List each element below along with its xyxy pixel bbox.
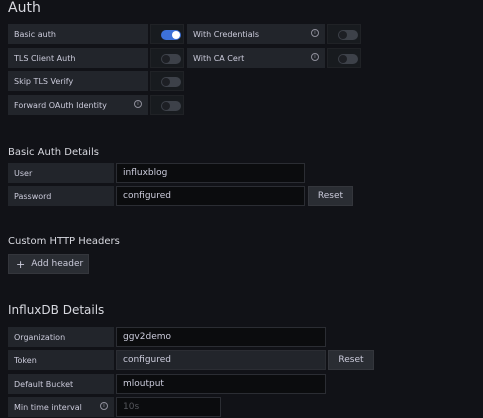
password-label-text: Password xyxy=(14,191,52,201)
password-reset-button[interactable]: Reset xyxy=(308,186,353,206)
auth-section-title: Auth xyxy=(8,0,41,16)
info-icon[interactable]: i xyxy=(311,53,319,61)
user-label-text: User xyxy=(14,168,33,178)
default-bucket-label-text: Default Bucket xyxy=(14,379,74,389)
with-credentials-toggle[interactable] xyxy=(338,30,358,40)
tls-client-auth-switch-box xyxy=(150,48,184,68)
min-time-interval-label: Min time interval i xyxy=(8,397,114,417)
custom-headers-title: Custom HTTP Headers xyxy=(8,236,120,247)
basic-auth-label-text: Basic auth xyxy=(14,29,56,39)
default-bucket-input[interactable]: mloutput xyxy=(116,374,326,394)
token-reset-button[interactable]: Reset xyxy=(328,350,374,370)
forward-oauth-label-text: Forward OAuth Identity xyxy=(14,100,107,110)
organization-input[interactable]: ggv2demo xyxy=(116,327,326,347)
skip-tls-verify-label-text: Skip TLS Verify xyxy=(14,76,74,86)
info-icon[interactable]: i xyxy=(134,100,142,108)
with-credentials-label: With Credentials i xyxy=(187,24,325,44)
influxdb-details-title: InfluxDB Details xyxy=(8,303,105,317)
default-bucket-label: Default Bucket xyxy=(8,374,114,394)
basic-auth-toggle[interactable] xyxy=(161,30,181,40)
info-icon[interactable]: i xyxy=(311,29,319,37)
plus-icon: + xyxy=(16,257,26,271)
token-label-text: Token xyxy=(14,355,37,365)
min-time-interval-input[interactable]: 10s xyxy=(116,397,221,417)
basic-auth-switch-box xyxy=(150,24,184,44)
min-time-interval-label-text: Min time interval xyxy=(14,402,82,412)
with-ca-cert-label-text: With CA Cert xyxy=(193,53,245,63)
token-label: Token xyxy=(8,350,114,370)
basic-auth-details-title: Basic Auth Details xyxy=(8,147,99,158)
forward-oauth-label: Forward OAuth Identity i xyxy=(8,95,148,115)
organization-label: Organization xyxy=(8,327,114,347)
info-icon[interactable]: i xyxy=(100,402,108,410)
with-ca-cert-label: With CA Cert i xyxy=(187,48,325,68)
tls-client-auth-label: TLS Client Auth xyxy=(8,48,148,68)
organization-label-text: Organization xyxy=(14,332,66,342)
with-ca-cert-switch-box xyxy=(327,48,361,68)
with-credentials-label-text: With Credentials xyxy=(193,29,260,39)
tls-client-auth-toggle[interactable] xyxy=(161,54,181,64)
user-input[interactable]: influxblog xyxy=(116,163,305,183)
password-label: Password xyxy=(8,186,114,206)
skip-tls-verify-toggle[interactable] xyxy=(161,77,181,87)
skip-tls-verify-label: Skip TLS Verify xyxy=(8,71,148,91)
password-input[interactable]: configured xyxy=(116,186,305,206)
add-header-label: Add header xyxy=(31,259,84,269)
add-header-button[interactable]: + Add header xyxy=(8,254,89,274)
forward-oauth-switch-box xyxy=(150,95,184,115)
with-credentials-switch-box xyxy=(327,24,361,44)
user-label: User xyxy=(8,163,114,183)
tls-client-auth-label-text: TLS Client Auth xyxy=(14,53,76,63)
token-input[interactable]: configured xyxy=(116,350,326,370)
forward-oauth-toggle[interactable] xyxy=(161,101,181,111)
with-ca-cert-toggle[interactable] xyxy=(338,54,358,64)
skip-tls-verify-switch-box xyxy=(150,71,184,91)
basic-auth-label: Basic auth xyxy=(8,24,148,44)
